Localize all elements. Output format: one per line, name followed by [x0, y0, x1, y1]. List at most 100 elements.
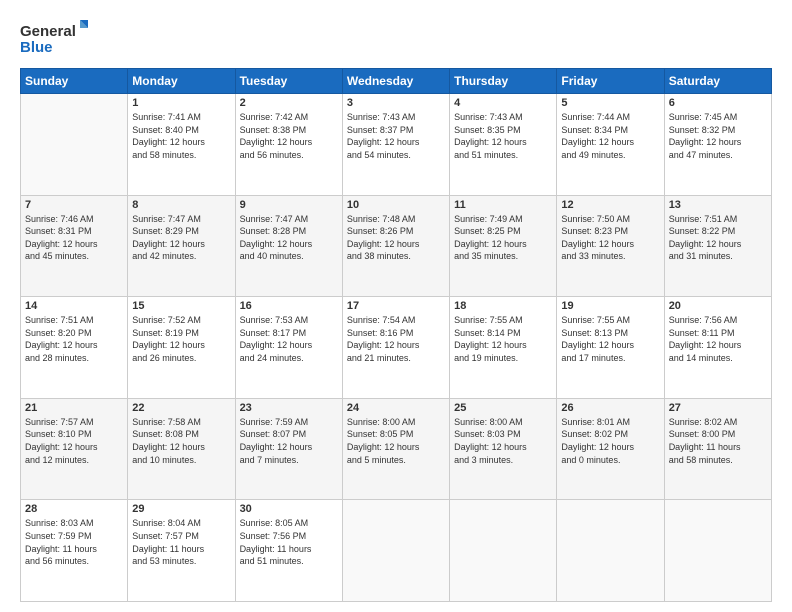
- day-number: 19: [561, 300, 659, 312]
- day-number: 25: [454, 402, 552, 414]
- day-number: 10: [347, 199, 445, 211]
- day-cell: 3Sunrise: 7:43 AM Sunset: 8:37 PM Daylig…: [342, 94, 449, 196]
- day-cell: [21, 94, 128, 196]
- day-number: 22: [132, 402, 230, 414]
- day-cell: 4 Sunrise: 7:43 AM Sunset: 8:35 PM Daylig…: [450, 94, 557, 196]
- day-info: Sunrise: 7:55 AM Sunset: 8:14 PM Dayligh…: [454, 314, 552, 364]
- day-cell: 13Sunrise: 7:51 AM Sunset: 8:22 PM Dayli…: [664, 195, 771, 297]
- calendar-header-row: SundayMondayTuesdayWednesdayThursdayFrid…: [21, 69, 772, 94]
- day-number: 27: [669, 402, 767, 414]
- day-info: Sunrise: 8:02 AM Sunset: 8:00 PM Dayligh…: [669, 416, 767, 466]
- col-header-friday: Friday: [557, 69, 664, 94]
- day-number: 1: [132, 97, 230, 109]
- day-cell: 5 Sunrise: 7:44 AM Sunset: 8:34 PM Daylig…: [557, 94, 664, 196]
- day-info: Sunrise: 8:01 AM Sunset: 8:02 PM Dayligh…: [561, 416, 659, 466]
- col-header-sunday: Sunday: [21, 69, 128, 94]
- day-cell: [557, 500, 664, 602]
- day-number: 12: [561, 199, 659, 211]
- day-number: 2: [240, 97, 338, 109]
- day-info: Sunrise: 7:59 AM Sunset: 8:07 PM Dayligh…: [240, 416, 338, 466]
- col-header-tuesday: Tuesday: [235, 69, 342, 94]
- day-info: Sunrise: 7:44 AM Sunset: 8:34 PM Dayligh…: [561, 111, 659, 161]
- day-number: 9: [240, 199, 338, 211]
- day-cell: 2 Sunrise: 7:42 AM Sunset: 8:38 PM Daylig…: [235, 94, 342, 196]
- day-number: 6: [669, 97, 767, 109]
- week-row-2: 7Sunrise: 7:46 AM Sunset: 8:31 PM Daylig…: [21, 195, 772, 297]
- col-header-wednesday: Wednesday: [342, 69, 449, 94]
- day-cell: 25 Sunrise: 8:00 AM Sunset: 8:03 PM Dayli…: [450, 398, 557, 500]
- day-number: 21: [25, 402, 123, 414]
- day-info: Sunrise: 7:47 AM Sunset: 8:28 PM Dayligh…: [240, 213, 338, 263]
- day-cell: 27 Sunrise: 8:02 AM Sunset: 8:00 PM Dayli…: [664, 398, 771, 500]
- day-cell: 6 Sunrise: 7:45 AM Sunset: 8:32 PM Daylig…: [664, 94, 771, 196]
- day-info: Sunrise: 7:55 AM Sunset: 8:13 PM Dayligh…: [561, 314, 659, 364]
- day-cell: 11 Sunrise: 7:49 AM Sunset: 8:25 PM Dayli…: [450, 195, 557, 297]
- day-info: Sunrise: 7:51 AM Sunset: 8:20 PM Dayligh…: [25, 314, 123, 364]
- day-cell: [450, 500, 557, 602]
- col-header-saturday: Saturday: [664, 69, 771, 94]
- day-info: Sunrise: 7:41 AM Sunset: 8:40 PM Dayligh…: [132, 111, 230, 161]
- day-info: Sunrise: 7:48 AM Sunset: 8:26 PM Dayligh…: [347, 213, 445, 263]
- logo: General Blue: [20, 18, 90, 58]
- day-cell: 21 Sunrise: 7:57 AM Sunset: 8:10 PM Dayli…: [21, 398, 128, 500]
- day-number: 11: [454, 199, 552, 211]
- day-cell: 19 Sunrise: 7:55 AM Sunset: 8:13 PM Dayli…: [557, 297, 664, 399]
- day-info: Sunrise: 8:00 AM Sunset: 8:05 PM Dayligh…: [347, 416, 445, 466]
- day-info: Sunrise: 7:49 AM Sunset: 8:25 PM Dayligh…: [454, 213, 552, 263]
- day-info: Sunrise: 7:42 AM Sunset: 8:38 PM Dayligh…: [240, 111, 338, 161]
- day-cell: 1 Sunrise: 7:41 AM Sunset: 8:40 PM Daylig…: [128, 94, 235, 196]
- day-cell: 20 Sunrise: 7:56 AM Sunset: 8:11 PM Dayli…: [664, 297, 771, 399]
- day-info: Sunrise: 7:43 AM Sunset: 8:35 PM Dayligh…: [454, 111, 552, 161]
- svg-text:Blue: Blue: [20, 39, 53, 56]
- day-info: Sunrise: 7:45 AM Sunset: 8:32 PM Dayligh…: [669, 111, 767, 161]
- day-info: Sunrise: 7:54 AM Sunset: 8:16 PM Dayligh…: [347, 314, 445, 364]
- day-cell: 10 Sunrise: 7:48 AM Sunset: 8:26 PM Dayli…: [342, 195, 449, 297]
- day-cell: 12Sunrise: 7:50 AM Sunset: 8:23 PM Dayli…: [557, 195, 664, 297]
- day-info: Sunrise: 7:51 AM Sunset: 8:22 PM Dayligh…: [669, 213, 767, 263]
- day-number: 4: [454, 97, 552, 109]
- day-info: Sunrise: 7:57 AM Sunset: 8:10 PM Dayligh…: [25, 416, 123, 466]
- day-number: 8: [132, 199, 230, 211]
- day-cell: 14Sunrise: 7:51 AM Sunset: 8:20 PM Dayli…: [21, 297, 128, 399]
- day-number: 24: [347, 402, 445, 414]
- day-cell: 8 Sunrise: 7:47 AM Sunset: 8:29 PM Daylig…: [128, 195, 235, 297]
- day-number: 29: [132, 503, 230, 515]
- day-cell: 23 Sunrise: 7:59 AM Sunset: 8:07 PM Dayli…: [235, 398, 342, 500]
- day-number: 5: [561, 97, 659, 109]
- day-cell: 7Sunrise: 7:46 AM Sunset: 8:31 PM Daylig…: [21, 195, 128, 297]
- day-number: 17: [347, 300, 445, 312]
- day-cell: 15 Sunrise: 7:52 AM Sunset: 8:19 PM Dayli…: [128, 297, 235, 399]
- day-info: Sunrise: 7:47 AM Sunset: 8:29 PM Dayligh…: [132, 213, 230, 263]
- week-row-4: 21 Sunrise: 7:57 AM Sunset: 8:10 PM Dayli…: [21, 398, 772, 500]
- col-header-monday: Monday: [128, 69, 235, 94]
- day-cell: 26 Sunrise: 8:01 AM Sunset: 8:02 PM Dayli…: [557, 398, 664, 500]
- day-info: Sunrise: 7:53 AM Sunset: 8:17 PM Dayligh…: [240, 314, 338, 364]
- day-info: Sunrise: 7:56 AM Sunset: 8:11 PM Dayligh…: [669, 314, 767, 364]
- logo-svg: General Blue: [20, 18, 90, 58]
- day-number: 7: [25, 199, 123, 211]
- svg-text:General: General: [20, 23, 76, 40]
- day-info: Sunrise: 8:05 AM Sunset: 7:56 PM Dayligh…: [240, 517, 338, 567]
- day-number: 16: [240, 300, 338, 312]
- day-info: Sunrise: 7:52 AM Sunset: 8:19 PM Dayligh…: [132, 314, 230, 364]
- day-cell: 17 Sunrise: 7:54 AM Sunset: 8:16 PM Dayli…: [342, 297, 449, 399]
- day-cell: 22Sunrise: 7:58 AM Sunset: 8:08 PM Dayli…: [128, 398, 235, 500]
- day-cell: 9 Sunrise: 7:47 AM Sunset: 8:28 PM Daylig…: [235, 195, 342, 297]
- day-number: 30: [240, 503, 338, 515]
- week-row-1: 1 Sunrise: 7:41 AM Sunset: 8:40 PM Daylig…: [21, 94, 772, 196]
- day-number: 15: [132, 300, 230, 312]
- day-cell: 30 Sunrise: 8:05 AM Sunset: 7:56 PM Dayli…: [235, 500, 342, 602]
- col-header-thursday: Thursday: [450, 69, 557, 94]
- day-cell: 18Sunrise: 7:55 AM Sunset: 8:14 PM Dayli…: [450, 297, 557, 399]
- week-row-3: 14Sunrise: 7:51 AM Sunset: 8:20 PM Dayli…: [21, 297, 772, 399]
- day-cell: 28Sunrise: 8:03 AM Sunset: 7:59 PM Dayli…: [21, 500, 128, 602]
- day-number: 26: [561, 402, 659, 414]
- header: General Blue: [20, 18, 772, 58]
- week-row-5: 28Sunrise: 8:03 AM Sunset: 7:59 PM Dayli…: [21, 500, 772, 602]
- day-info: Sunrise: 7:43 AM Sunset: 8:37 PM Dayligh…: [347, 111, 445, 161]
- day-number: 23: [240, 402, 338, 414]
- day-info: Sunrise: 8:00 AM Sunset: 8:03 PM Dayligh…: [454, 416, 552, 466]
- calendar-table: SundayMondayTuesdayWednesdayThursdayFrid…: [20, 68, 772, 602]
- day-number: 20: [669, 300, 767, 312]
- day-cell: 24 Sunrise: 8:00 AM Sunset: 8:05 PM Dayli…: [342, 398, 449, 500]
